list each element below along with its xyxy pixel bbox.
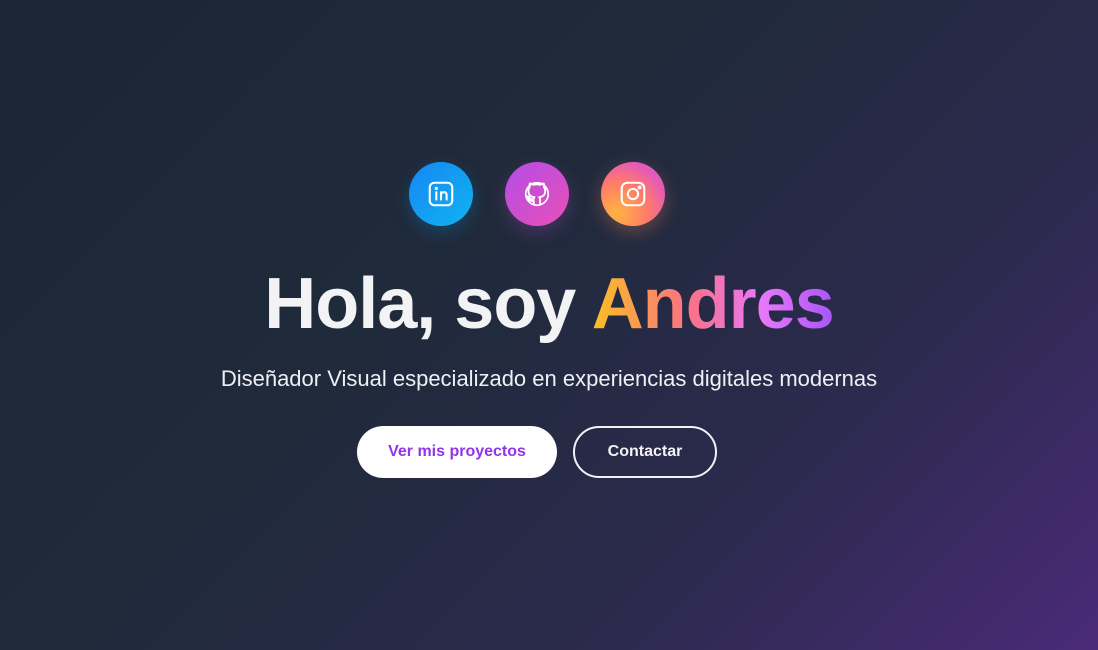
linkedin-icon — [428, 181, 454, 207]
contact-button[interactable]: Contactar — [573, 426, 717, 478]
hero-subtitle: Diseñador Visual especializado en experi… — [220, 366, 878, 391]
hero-section: Hola, soy Andres Diseñador Visual especi… — [0, 0, 1098, 650]
hero-title: Hola, soy Andres — [0, 262, 1098, 346]
instagram-icon — [620, 181, 646, 207]
view-projects-button[interactable]: Ver mis proyectos — [357, 426, 557, 478]
instagram-link[interactable] — [601, 162, 665, 226]
github-icon — [524, 181, 550, 207]
github-link[interactable] — [505, 162, 569, 226]
linkedin-link[interactable] — [409, 162, 473, 226]
social-links — [409, 162, 665, 226]
hero-name: Andres — [591, 264, 835, 344]
hero-greeting: Hola, soy — [264, 264, 592, 344]
